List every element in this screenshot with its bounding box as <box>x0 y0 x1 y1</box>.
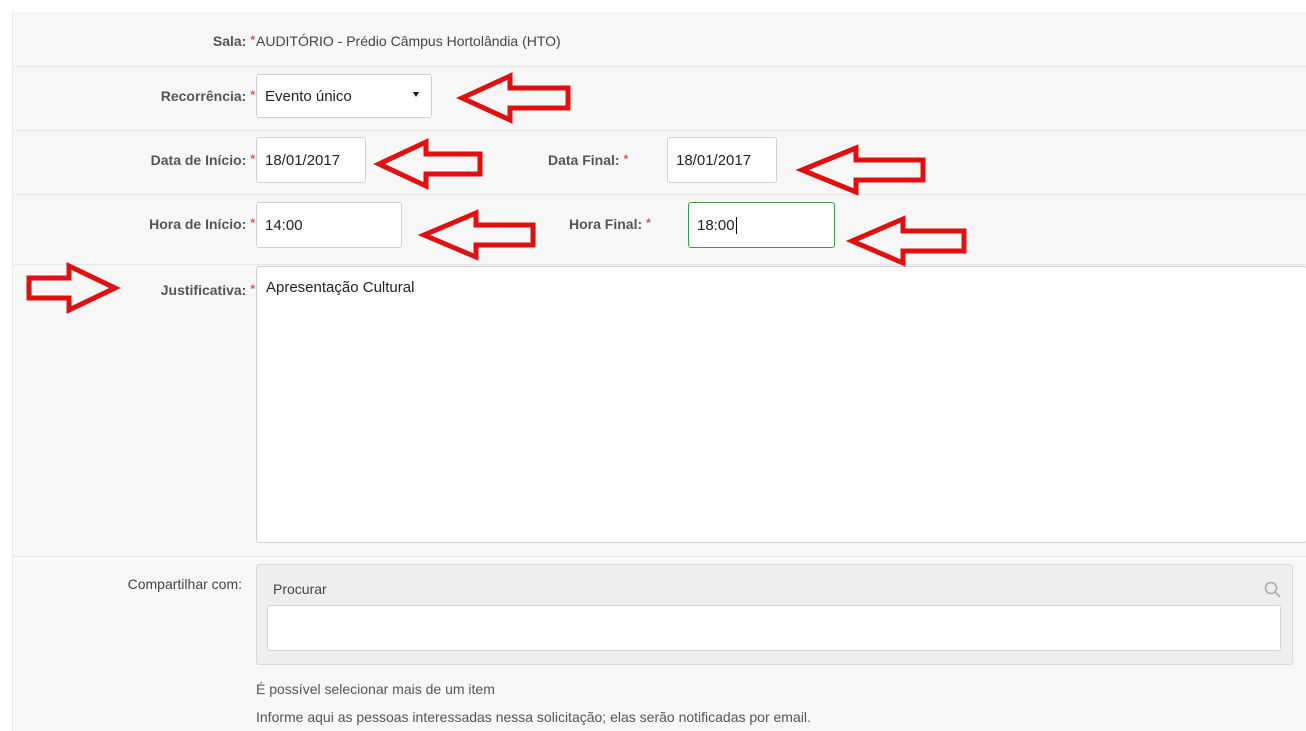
help-text-multi-select: É possível selecionar mais de um item <box>256 681 495 697</box>
search-placeholder: Procurar <box>273 581 327 597</box>
hora-final-label: Hora Final: * <box>569 216 651 232</box>
row-recorrencia: Recorrência: * Evento único <box>13 66 1306 131</box>
row-sala: Sala: * AUDITÓRIO - Prédio Câmpus Hortolâ… <box>13 12 1306 67</box>
data-inicio-input[interactable]: 18/01/2017 <box>256 137 366 183</box>
row-compartilhar: Compartilhar com: Procurar É possível se… <box>13 556 1306 731</box>
hora-inicio-input[interactable]: 14:00 <box>256 202 402 248</box>
sala-value: AUDITÓRIO - Prédio Câmpus Hortolândia (H… <box>256 33 561 49</box>
justificativa-label: Justificativa: * <box>160 282 255 298</box>
compartilhar-label: Compartilhar com: <box>127 576 242 592</box>
hora-inicio-value: 14:00 <box>265 216 303 234</box>
recorrencia-selected-value: Evento único <box>265 87 352 105</box>
hora-inicio-label: Hora de Início: * <box>149 216 255 232</box>
justificativa-value: Apresentação Cultural <box>266 279 415 296</box>
data-inicio-value: 18/01/2017 <box>265 151 341 169</box>
data-final-value: 18/01/2017 <box>676 151 752 169</box>
search-icon[interactable] <box>1264 581 1282 599</box>
justificativa-textarea[interactable]: Apresentação Cultural <box>256 266 1306 543</box>
hora-final-value: 18:00 <box>697 216 735 234</box>
row-datas: Data de Início: * 18/01/2017 Data Final: *… <box>13 130 1306 195</box>
row-horas: Hora de Início: * 14:00 Hora Final: * 18:0… <box>13 194 1306 265</box>
text-cursor <box>735 216 737 234</box>
hora-final-input[interactable]: 18:00 <box>688 202 835 248</box>
triangle-down-icon <box>413 92 419 97</box>
data-final-input[interactable]: 18/01/2017 <box>667 137 777 183</box>
reservation-form: Sala: * AUDITÓRIO - Prédio Câmpus Hortolâ… <box>12 12 1306 731</box>
data-inicio-label: Data de Início: * <box>150 152 255 168</box>
recorrencia-select[interactable]: Evento único <box>256 74 432 118</box>
compartilhar-input[interactable] <box>267 605 1281 651</box>
data-final-label: Data Final: * <box>548 152 629 168</box>
row-justificativa: Justificativa: * Apresentação Cultural <box>13 264 1306 557</box>
recorrencia-label: Recorrência: * <box>160 88 255 104</box>
help-text-notification: Informe aqui as pessoas interessadas nes… <box>256 709 811 725</box>
sala-label: Sala: * <box>212 33 255 49</box>
compartilhar-widget: Procurar <box>256 564 1293 665</box>
